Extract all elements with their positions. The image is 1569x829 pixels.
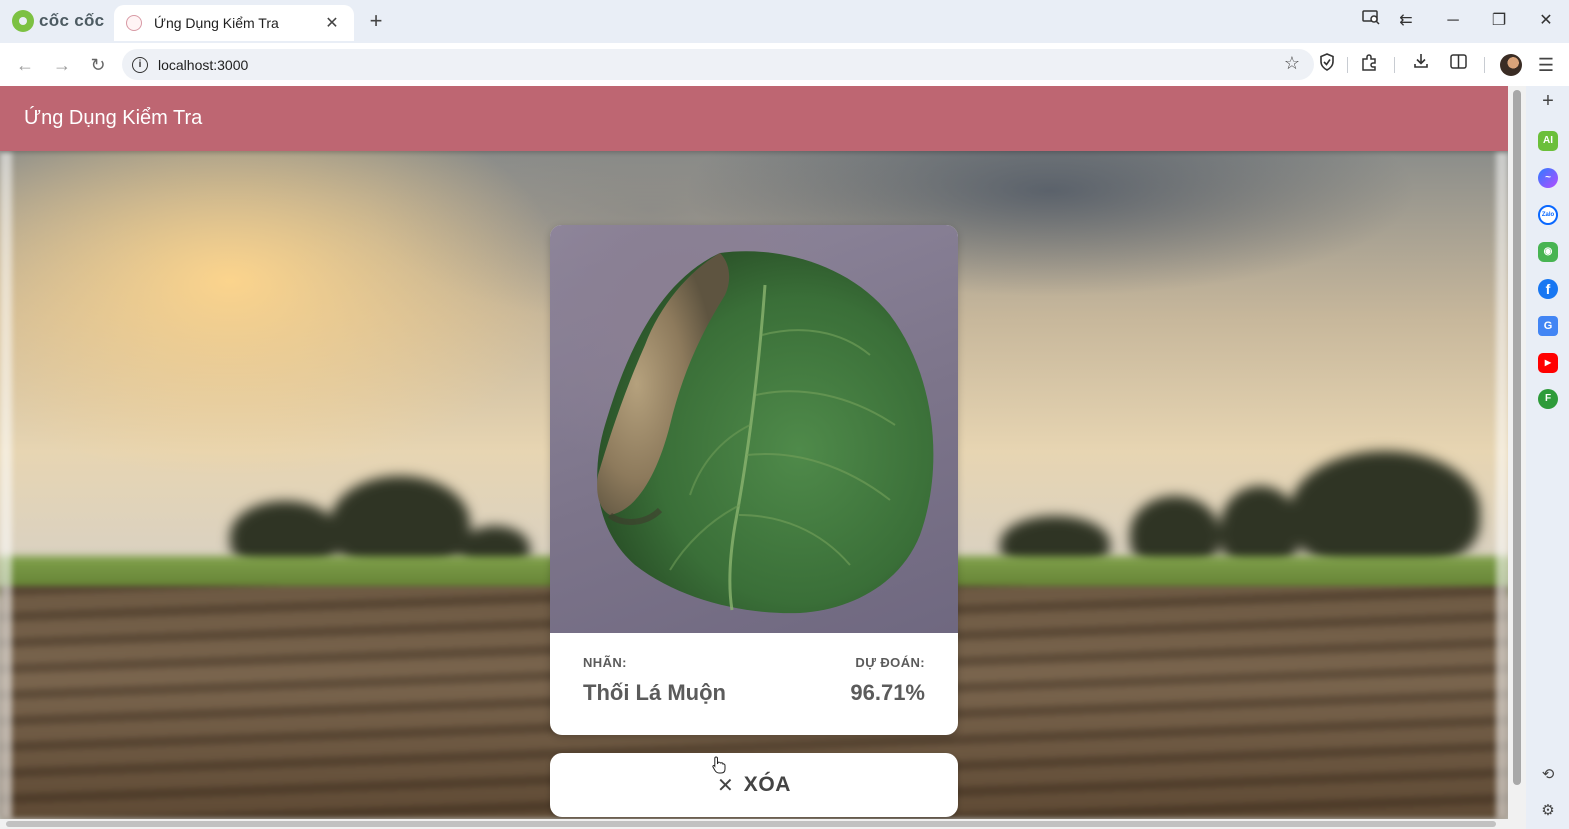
screenshot-search-icon[interactable] <box>1356 8 1386 34</box>
prediction-value: 96.71% <box>850 680 925 705</box>
tab-favicon-icon <box>126 15 142 31</box>
facebook-icon[interactable]: f <box>1538 279 1558 299</box>
translate-icon[interactable]: G <box>1538 316 1558 336</box>
star-icon[interactable]: ☆ <box>1284 53 1300 74</box>
split-view-icon[interactable] <box>1446 53 1470 77</box>
vertical-scrollbar[interactable] <box>1508 86 1526 819</box>
horizontal-scrollbar[interactable] <box>0 819 1526 829</box>
f-app-icon[interactable]: F <box>1538 389 1558 409</box>
extensions-icon[interactable] <box>1357 53 1381 77</box>
prediction-heading: DỰ ĐOÁN: <box>855 655 925 670</box>
toolbar-divider <box>1484 57 1485 73</box>
page-viewport: Ứng Dụng Kiểm Tra NHÃN: DỰ ĐOÁN: Thối Lá… <box>0 86 1508 819</box>
reload-icon[interactable]: ↻ <box>84 51 112 79</box>
active-tab[interactable]: Ứng Dụng Kiểm Tra ✕ <box>114 5 354 41</box>
new-tab-button[interactable]: + <box>364 8 388 34</box>
browser-sidebar: + AI ~ Zalo ◉ f G ▶ F ⟲ ⚙ <box>1526 86 1569 829</box>
profile-avatar[interactable] <box>1500 54 1522 76</box>
coccoc-logo[interactable]: cốc cốc <box>12 10 104 32</box>
tab-close-button[interactable]: ✕ <box>322 13 342 33</box>
horizontal-scroll-thumb[interactable] <box>6 821 1496 827</box>
address-bar[interactable]: i localhost:3000 ☆ <box>122 49 1314 80</box>
toolbar-divider <box>1347 57 1348 73</box>
clear-button[interactable]: ✕ XÓA <box>550 753 958 817</box>
toolbar-divider <box>1394 57 1395 73</box>
forward-icon[interactable]: → <box>48 51 76 79</box>
messenger-icon[interactable]: ~ <box>1538 168 1558 188</box>
youtube-icon[interactable]: ▶ <box>1538 353 1558 373</box>
result-card: NHÃN: DỰ ĐOÁN: Thối Lá Muộn 96.71% <box>550 225 958 735</box>
tab-title: Ứng Dụng Kiểm Tra <box>154 15 279 31</box>
app-title: Ứng Dụng Kiểm Tra <box>24 107 203 129</box>
vertical-scroll-thumb[interactable] <box>1513 90 1521 785</box>
menu-icon[interactable]: ☰ <box>1534 53 1558 77</box>
minimize-button[interactable]: ─ <box>1438 8 1468 34</box>
app-header: Ứng Dụng Kiểm Tra <box>0 86 1508 151</box>
info-icon[interactable]: i <box>132 56 148 73</box>
zalo-icon[interactable]: Zalo <box>1538 205 1558 225</box>
download-icon[interactable] <box>1409 53 1433 77</box>
hand-cursor-icon <box>712 756 726 774</box>
restore-button[interactable]: ❐ <box>1484 8 1514 34</box>
label-heading: NHÃN: <box>583 655 627 670</box>
clear-button-label: XÓA <box>743 773 792 796</box>
close-icon: ✕ <box>716 774 734 797</box>
leaf-image <box>550 225 958 633</box>
result-values: Thối Lá Muộn 96.71% <box>583 680 925 706</box>
tab-strip: cốc cốc Ứng Dụng Kiểm Tra ✕ + ⇇ ─ ❐ ✕ <box>0 0 1569 43</box>
back-icon[interactable]: ← <box>11 51 39 79</box>
result-headings: NHÃN: DỰ ĐOÁN: <box>583 655 925 670</box>
add-sidebar-app-icon[interactable]: + <box>1538 91 1558 111</box>
ai-chat-icon[interactable]: AI <box>1538 131 1558 151</box>
history-icon[interactable]: ⟲ <box>1538 765 1558 785</box>
browser-toolbar: ← → ↻ i localhost:3000 ☆ ☰ <box>0 43 1569 86</box>
brand-name: cốc cốc <box>39 11 105 30</box>
coccoc-logo-icon <box>12 10 34 32</box>
game-controller-icon[interactable]: ◉ <box>1538 242 1558 262</box>
settings-icon[interactable]: ⚙ <box>1538 801 1558 821</box>
shield-icon[interactable] <box>1315 53 1339 77</box>
diseased-leaf-illustration <box>597 251 934 614</box>
share-back-icon[interactable]: ⇇ <box>1391 8 1421 34</box>
close-window-button[interactable]: ✕ <box>1531 8 1561 34</box>
url-text[interactable]: localhost:3000 <box>158 57 248 73</box>
label-value: Thối Lá Muộn <box>583 680 726 705</box>
